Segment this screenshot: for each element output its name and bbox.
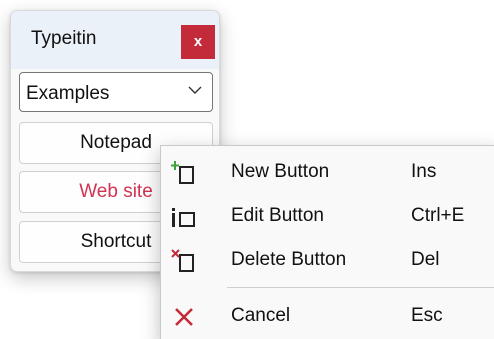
- stage: Typeitin x Examples Notepad Web site Sho…: [0, 0, 494, 339]
- menu-item-cancel[interactable]: Cancel Esc: [161, 295, 494, 337]
- dropdown-selected-value: Examples: [26, 83, 110, 104]
- context-menu: New Button Ins Edit Button Ctrl+E Delete…: [160, 145, 494, 339]
- close-icon: x: [193, 33, 203, 50]
- menu-separator: [227, 287, 494, 288]
- menu-label-cancel: Cancel: [231, 305, 291, 326]
- new-button-icon: [171, 161, 194, 184]
- window-title: Typeitin: [31, 28, 97, 49]
- menu-label-new-button: New Button: [231, 161, 330, 182]
- web-site-button-label: Web site: [79, 181, 153, 202]
- delete-button-icon: [171, 249, 194, 272]
- menu-item-new-button[interactable]: New Button Ins: [161, 151, 494, 193]
- menu-shortcut-new-button: Ins: [411, 161, 437, 182]
- cancel-icon: [175, 308, 193, 326]
- menu-label-edit-button: Edit Button: [231, 205, 324, 226]
- shortcut-button-label: Shortcut: [80, 231, 152, 252]
- chevron-down-icon: [188, 86, 202, 94]
- title-bar: Typeitin x: [11, 11, 219, 69]
- close-button[interactable]: x: [181, 25, 215, 59]
- menu-shortcut-cancel: Esc: [411, 305, 443, 326]
- menu-shortcut-delete-button: Del: [411, 249, 440, 270]
- category-dropdown[interactable]: Examples: [19, 72, 213, 112]
- edit-button-icon: [172, 208, 195, 227]
- menu-label-delete-button: Delete Button: [231, 249, 347, 270]
- menu-item-edit-button[interactable]: Edit Button Ctrl+E: [161, 195, 494, 237]
- menu-item-delete-button[interactable]: Delete Button Del: [161, 239, 494, 281]
- notepad-button-label: Notepad: [80, 132, 152, 153]
- menu-shortcut-edit-button: Ctrl+E: [411, 205, 465, 226]
